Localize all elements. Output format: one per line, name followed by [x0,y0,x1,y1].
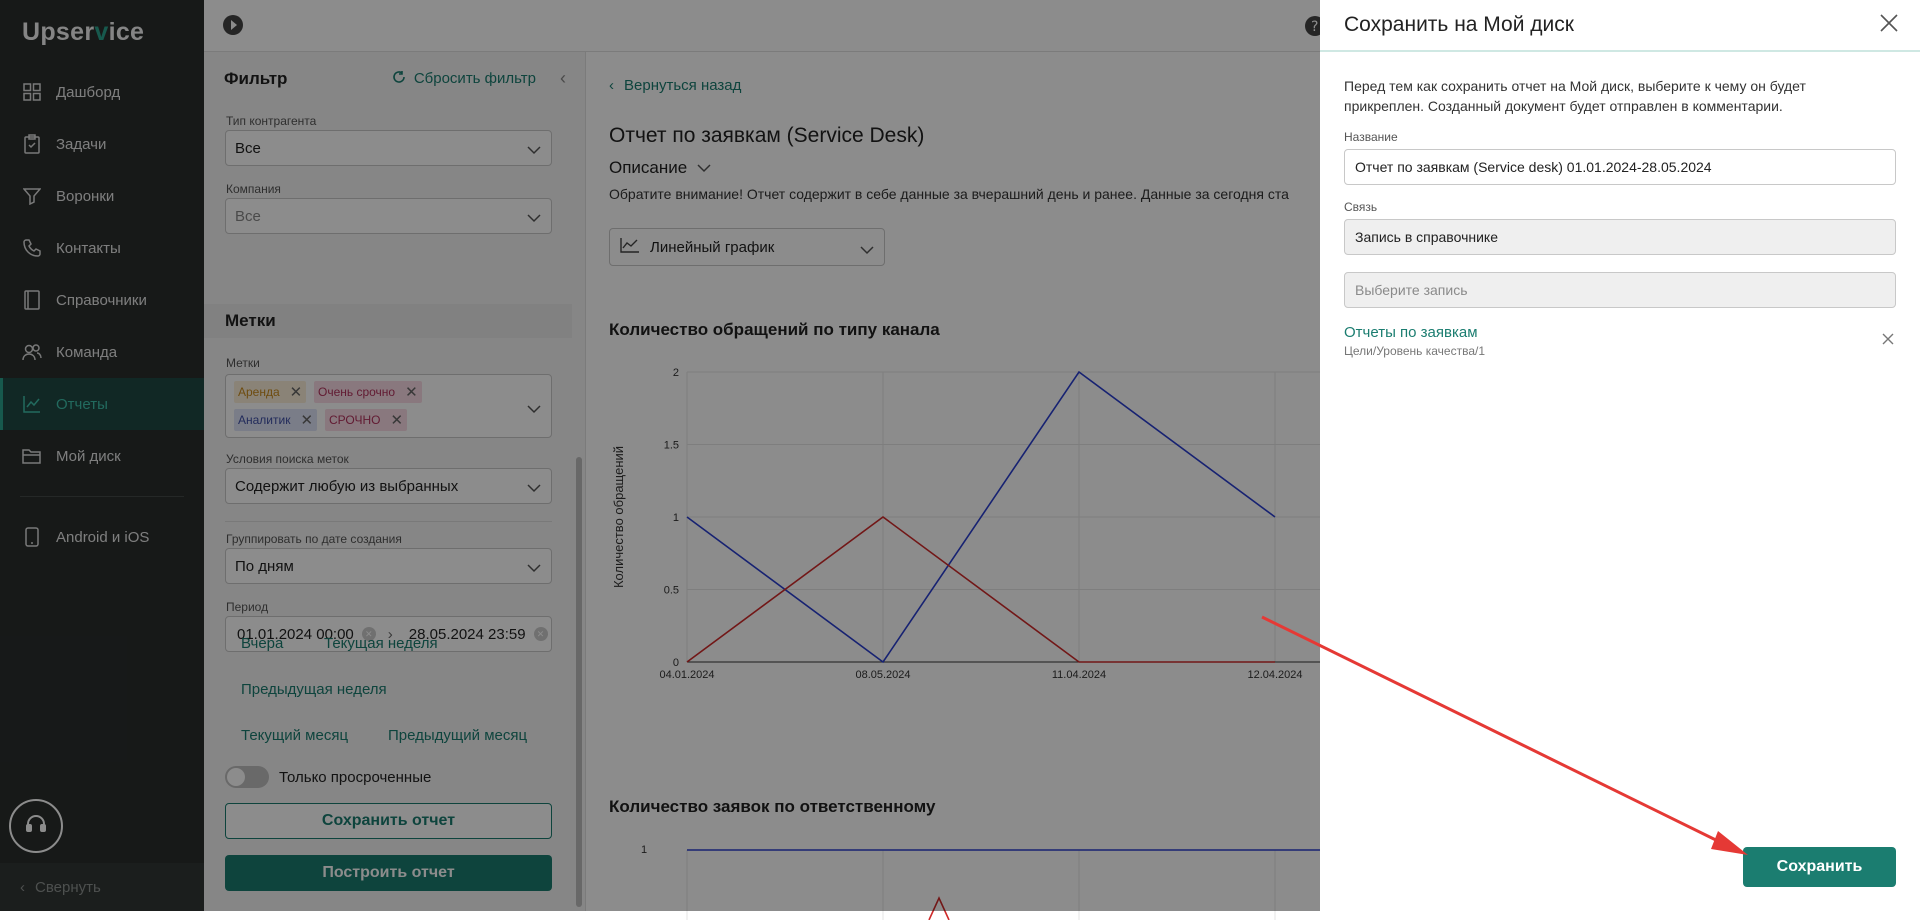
name-label: Название [1344,130,1398,144]
save-to-drive-panel: Сохранить на Мой диск Перед тем как сохр… [1320,0,1920,911]
record-select[interactable]: Выберите запись [1344,272,1896,308]
name-field[interactable]: Отчет по заявкам (Service desk) 01.01.20… [1344,149,1896,185]
linked-record-link[interactable]: Отчеты по заявкам [1344,324,1478,341]
save-button[interactable]: Сохранить [1743,847,1896,887]
link-type-value: Запись в справочнике [1355,229,1498,245]
record-placeholder: Выберите запись [1355,282,1468,298]
panel-header: Сохранить на Мой диск [1320,0,1920,52]
close-icon[interactable] [1880,14,1898,37]
panel-title: Сохранить на Мой диск [1344,13,1574,36]
linked-record-path: Цели/Уровень качества/1 [1344,344,1486,358]
link-label: Связь [1344,200,1378,214]
remove-link-icon[interactable] [1882,332,1894,350]
name-value: Отчет по заявкам (Service desk) 01.01.20… [1355,159,1712,175]
link-type-field[interactable]: Запись в справочнике [1344,219,1896,255]
panel-intro: Перед тем как сохранить отчет на Мой дис… [1344,78,1806,114]
